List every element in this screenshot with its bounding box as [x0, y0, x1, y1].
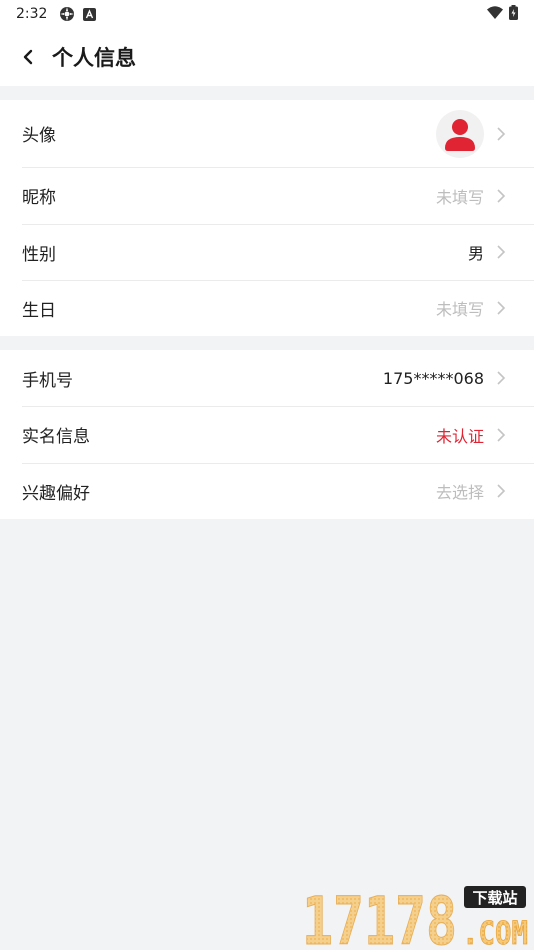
chevron-right-icon	[496, 370, 506, 386]
row-phone[interactable]: 手机号 175*****068	[0, 350, 534, 406]
row-interests[interactable]: 兴趣偏好 去选择	[0, 463, 534, 519]
user-avatar-icon	[445, 118, 475, 151]
chevron-right-icon	[496, 300, 506, 316]
row-label: 生日	[22, 300, 56, 321]
chevron-left-icon	[23, 49, 33, 65]
status-bar: 2:32	[0, 0, 534, 28]
svg-text:17178: 17178	[302, 883, 457, 948]
account-group: 手机号 175*****068 实名信息 未认证 兴趣偏好 去选择	[0, 350, 534, 519]
interests-value: 去选择	[435, 483, 484, 502]
real-name-status: 未认证	[435, 426, 484, 446]
row-label: 昵称	[22, 188, 56, 208]
nickname-value: 未填写	[435, 187, 484, 207]
keyboard-a-icon	[83, 7, 97, 21]
phone-value: 175*****068	[382, 368, 484, 388]
back-button[interactable]	[18, 47, 38, 67]
settings-cog-icon	[59, 6, 75, 22]
chevron-right-icon	[496, 188, 506, 204]
chevron-right-icon	[496, 244, 506, 260]
row-gender[interactable]: 性别 男	[0, 224, 534, 280]
chevron-right-icon	[496, 483, 506, 499]
row-nickname[interactable]: 昵称 未填写	[0, 167, 534, 224]
row-birthday[interactable]: 生日 未填写	[0, 280, 534, 336]
row-label: 实名信息	[22, 427, 90, 447]
app-header: 个人信息	[0, 28, 534, 86]
profile-basic-group: 头像 昵称 未填写 性别 男 生日 未填写	[0, 100, 534, 336]
row-label: 头像	[22, 126, 56, 146]
page-title: 个人信息	[52, 46, 136, 70]
svg-text:.COM: .COM	[462, 914, 528, 948]
chevron-right-icon	[496, 126, 506, 142]
gender-value: 男	[467, 244, 484, 263]
svg-text:下载站: 下载站	[472, 889, 517, 907]
status-time: 2:32	[16, 6, 48, 22]
wifi-icon	[487, 5, 503, 23]
row-label: 性别	[22, 244, 56, 265]
battery-icon	[509, 4, 518, 24]
row-avatar[interactable]: 头像	[0, 100, 534, 167]
watermark-logo: 17178 下载站 .COM	[302, 882, 530, 950]
row-label: 兴趣偏好	[22, 483, 90, 504]
chevron-right-icon	[496, 427, 506, 443]
birthday-value: 未填写	[435, 300, 484, 319]
avatar[interactable]	[436, 109, 484, 158]
row-real-name[interactable]: 实名信息 未认证	[0, 406, 534, 463]
row-label: 手机号	[22, 370, 73, 391]
